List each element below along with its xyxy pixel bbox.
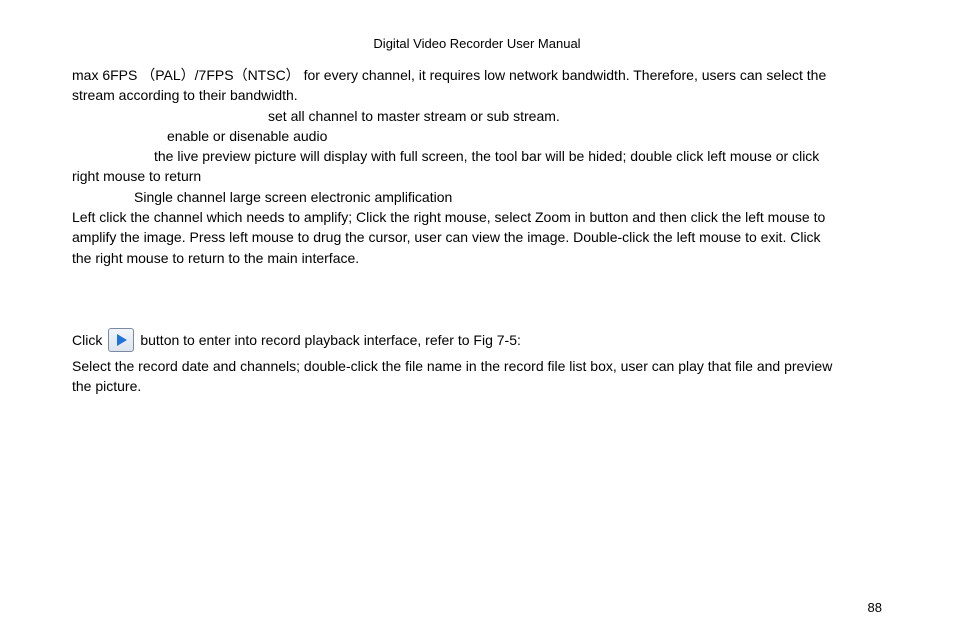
page-number: 88 xyxy=(868,600,882,615)
paragraph-line: set all channel to master stream or sub … xyxy=(72,106,882,126)
after-button-text: button to enter into record playback int… xyxy=(140,332,521,348)
paragraph-line: the right mouse to return to the main in… xyxy=(72,248,882,268)
paragraph-line: right mouse to return xyxy=(72,166,882,186)
paragraph-line: stream according to their bandwidth. xyxy=(72,85,882,105)
body-content: max 6FPS （PAL）/7FPS（NTSC） for every chan… xyxy=(72,65,882,268)
paragraph-line: Left click the channel which needs to am… xyxy=(72,207,882,227)
play-icon xyxy=(117,334,127,346)
playback-description: Select the record date and channels; dou… xyxy=(72,356,882,397)
paragraph-line: amplify the image. Press left mouse to d… xyxy=(72,227,882,247)
play-button[interactable] xyxy=(108,328,134,352)
playback-instruction-line: Click button to enter into record playba… xyxy=(72,328,882,352)
paragraph-line: the live preview picture will display wi… xyxy=(72,146,882,166)
paragraph-line: Select the record date and channels; dou… xyxy=(72,356,882,376)
click-label: Click xyxy=(72,332,102,348)
paragraph-line: Single channel large screen electronic a… xyxy=(72,187,882,207)
paragraph-line: the picture. xyxy=(72,376,882,396)
paragraph-line: enable or disenable audio xyxy=(72,126,882,146)
paragraph-line: max 6FPS （PAL）/7FPS（NTSC） for every chan… xyxy=(72,65,882,85)
page-header: Digital Video Recorder User Manual xyxy=(72,36,882,51)
